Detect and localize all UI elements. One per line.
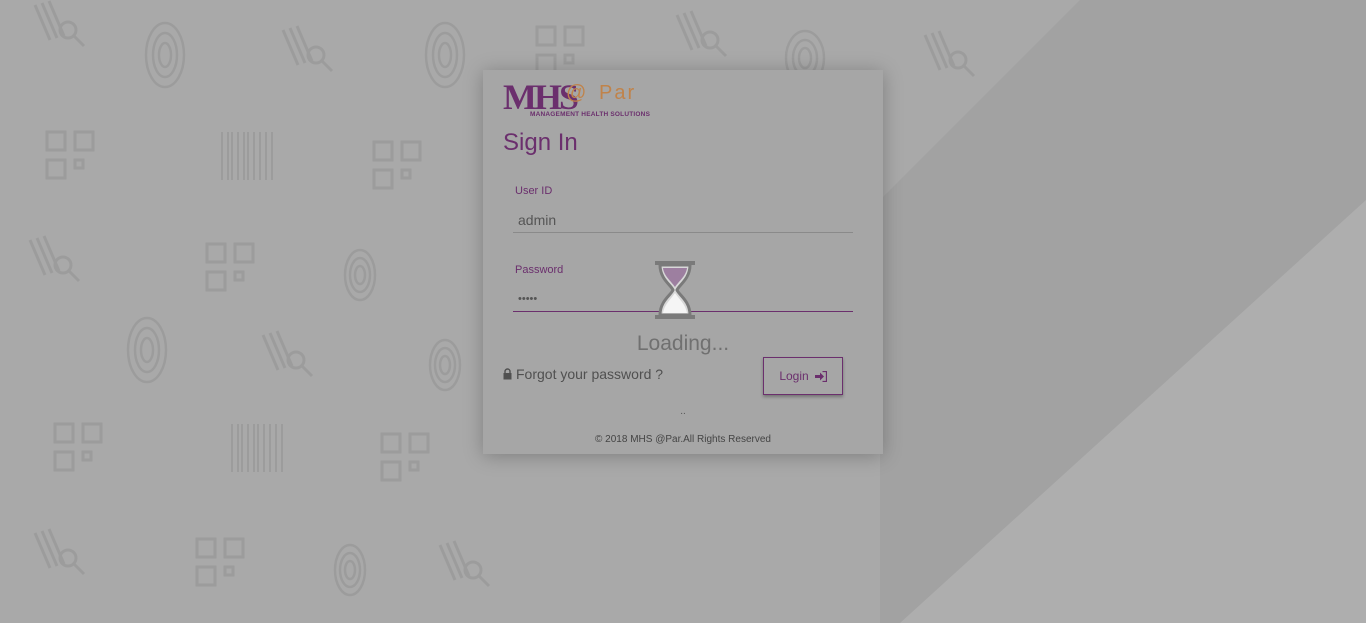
mhs-par-logo: MHS @ Par MANAGEMENT HEALTH SOLUTIONS — [503, 78, 673, 122]
sign-in-title: Sign In — [503, 129, 578, 156]
fingerprint-icon — [144, 21, 186, 89]
user-id-label: User ID — [515, 185, 553, 197]
qr-code-icon — [53, 422, 103, 472]
login-dialog: MHS @ Par MANAGEMENT HEALTH SOLUTIONS Si… — [483, 70, 883, 454]
user-id-input[interactable] — [513, 207, 853, 233]
fingerprint-icon — [343, 248, 377, 302]
logo-par-text: Par — [599, 82, 637, 104]
qr-code-icon — [195, 537, 245, 587]
hourglass-icon — [655, 261, 695, 319]
fingerprint-icon — [424, 21, 466, 89]
fingerprint-icon — [333, 543, 367, 597]
barcode-search-icon — [261, 330, 314, 378]
forgot-password-link[interactable]: Forgot your password ? — [503, 366, 663, 382]
qr-code-icon — [45, 130, 95, 180]
logo-at-symbol: @ — [566, 82, 587, 104]
sign-in-icon — [814, 370, 827, 382]
barcode-icon — [221, 132, 273, 180]
logo-subtitle: MANAGEMENT HEALTH SOLUTIONS — [530, 111, 651, 118]
qr-code-icon — [205, 242, 255, 292]
barcode-icon — [231, 424, 283, 472]
barcode-search-icon — [33, 0, 86, 48]
qr-code-icon — [380, 432, 430, 482]
loading-text: Loading... — [636, 332, 730, 355]
dots-text: .. — [680, 406, 686, 417]
barcode-search-icon — [675, 10, 728, 58]
copyright-footer: © 2018 MHS @Par.All Rights Reserved — [595, 434, 771, 445]
lock-icon — [503, 368, 512, 380]
barcode-search-icon — [28, 235, 81, 283]
password-label: Password — [515, 264, 564, 276]
fingerprint-icon — [428, 338, 462, 392]
fingerprint-icon — [126, 316, 168, 384]
login-button[interactable]: Login — [763, 357, 843, 395]
barcode-search-icon — [281, 25, 334, 73]
barcode-search-icon — [33, 528, 86, 576]
qr-code-icon — [372, 140, 422, 190]
forgot-password-label: Forgot your password ? — [516, 366, 664, 382]
barcode-search-icon — [923, 30, 976, 78]
barcode-search-icon — [438, 540, 491, 588]
login-button-label: Login — [779, 369, 809, 383]
